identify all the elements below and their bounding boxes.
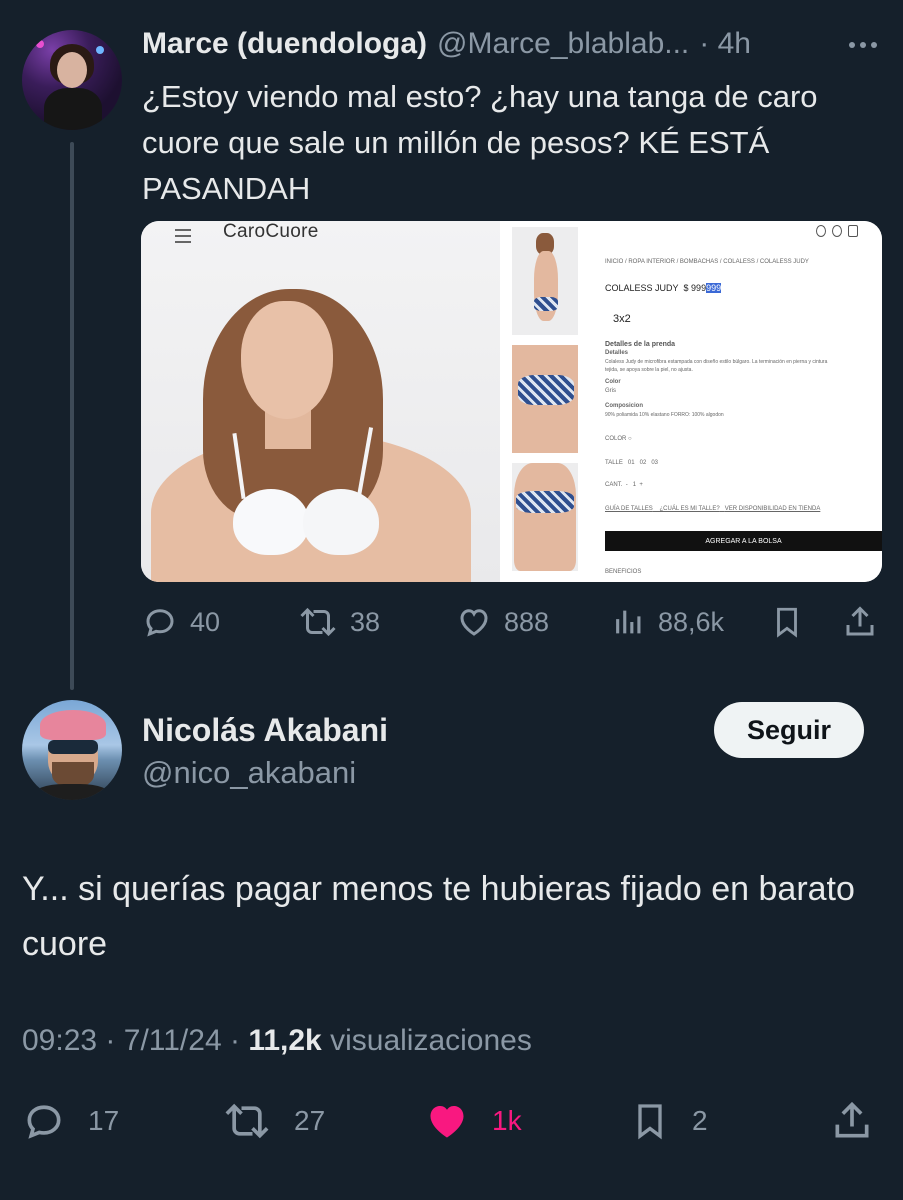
product-main-photo: CaroCuore — [141, 221, 500, 582]
bookmark-icon — [638, 1104, 662, 1140]
brand-logo: CaroCuore — [223, 221, 319, 242]
views-label: visualizaciones — [330, 1024, 532, 1057]
tweet-date[interactable]: 7/11/24 — [124, 1024, 222, 1058]
bookmark-icon — [777, 607, 797, 638]
like-count: 1k — [492, 1105, 522, 1136]
details-subtitle: Detalles — [605, 350, 629, 356]
add-to-bag-button: AGREGAR A LA BOLSA — [605, 531, 882, 551]
product-thumbnail — [512, 345, 578, 453]
tweet-text: ¿Estoy viendo mal esto? ¿hay una tanga d… — [142, 79, 818, 206]
views-count: 88,6k — [658, 606, 725, 637]
avatar-bg-light — [36, 40, 44, 48]
like-button[interactable]: 1k — [424, 1098, 522, 1144]
share-icon — [835, 1101, 869, 1138]
avatar[interactable] — [22, 700, 122, 800]
share-button[interactable] — [842, 600, 878, 644]
bookmark-button[interactable]: 2 — [630, 1098, 708, 1144]
tweet-time[interactable]: · 4h — [699, 27, 751, 61]
reply-icon — [146, 609, 174, 637]
author-name[interactable]: Marce (duendologa) — [142, 27, 427, 61]
avatar-bg-light — [96, 46, 104, 54]
quantity-stepper: CANT. - 1 + — [605, 482, 643, 488]
tweet-media-image[interactable]: CaroCuore INICIO / ROPA INTERIOR / BOMBA… — [141, 221, 882, 582]
reply-icon — [27, 1105, 61, 1139]
reply-button[interactable]: 40 — [142, 600, 220, 644]
tweet-meta: 09:23 · 7/11/24 · 11,2k visualizaciones — [22, 1024, 532, 1058]
composition-value: 90% poliamida 10% elastano FORRO: 100% a… — [605, 412, 724, 418]
product-details-panel: INICIO / ROPA INTERIOR / BOMBACHAS / COL… — [593, 221, 882, 582]
bookmark-button[interactable] — [770, 600, 804, 644]
author-handle[interactable]: @Marce_blablab... — [437, 27, 689, 61]
color-selector: COLOR ○ — [605, 436, 632, 442]
avatar-glasses — [48, 740, 98, 754]
product-thumbnails — [505, 221, 585, 582]
color-value: Gris — [605, 388, 616, 394]
details-title: Detalles de la prenda — [605, 341, 676, 348]
like-count: 888 — [504, 606, 550, 637]
author-handle[interactable]: @nico_akabani — [142, 755, 356, 791]
details-text: Colaless Judy de microfibra estampada co… — [605, 359, 828, 365]
thread-line — [70, 142, 74, 690]
benefits-label: BENEFICIOS — [605, 569, 642, 575]
views-count: 11,2k — [248, 1024, 322, 1057]
product-price: $ 999 — [683, 283, 707, 293]
views-chart-icon — [616, 610, 641, 634]
size-links: GUÍA DE TALLES ¿CUÁL ES MI TALLE? VER DI… — [605, 506, 821, 512]
breadcrumb: INICIO / ROPA INTERIOR / BOMBACHAS / COL… — [605, 259, 809, 265]
details-text: tejida, se apoya sobre la piel, no ajust… — [605, 367, 693, 373]
share-icon — [846, 606, 874, 636]
color-label: Color — [605, 379, 621, 385]
views-button[interactable]: 88,6k — [612, 600, 724, 644]
meta-separator: · — [229, 1024, 240, 1057]
heart-filled-icon — [430, 1105, 464, 1138]
author-name[interactable]: Nicolás Akabani — [142, 712, 388, 749]
tweet-text: Y... si querías pagar menos te hubieras … — [22, 870, 855, 963]
avatar-face — [57, 52, 87, 88]
heart-icon — [460, 609, 488, 636]
repost-count: 27 — [294, 1105, 326, 1136]
size-selector: TALLE 01 02 03 — [605, 460, 659, 466]
composition-label: Composicion — [605, 403, 644, 409]
avatar-body — [44, 88, 102, 130]
repost-button[interactable]: 27 — [222, 1098, 325, 1144]
product-thumbnail — [512, 463, 578, 571]
repost-icon — [225, 1103, 269, 1139]
reply-button[interactable]: 17 — [22, 1098, 119, 1144]
more-options-icon[interactable] — [842, 30, 884, 60]
follow-button[interactable]: Seguir — [714, 702, 864, 758]
product-thumbnail — [512, 227, 578, 335]
repost-icon — [300, 607, 336, 637]
meta-separator: · — [105, 1024, 116, 1057]
avatar[interactable] — [22, 30, 122, 130]
product-title: COLALESS JUDY $ 999999 — [605, 283, 722, 293]
tweet-header: Marce (duendologa) @Marce_blablab... · 4… — [142, 27, 842, 67]
menu-icon — [175, 229, 191, 247]
reply-count: 17 — [88, 1105, 120, 1136]
shop-header-icons — [816, 225, 858, 237]
bookmark-count: 2 — [692, 1105, 708, 1136]
avatar-cap — [40, 710, 106, 740]
like-button[interactable]: 888 — [456, 600, 549, 644]
promo-label: 3x2 — [613, 313, 631, 325]
share-button[interactable] — [830, 1098, 874, 1144]
product-name: COLALESS JUDY — [605, 283, 679, 293]
reply-count: 40 — [190, 606, 221, 637]
tweet-time[interactable]: 09:23 — [22, 1024, 97, 1058]
repost-button[interactable]: 38 — [298, 600, 380, 644]
product-price-highlight: 999 — [706, 283, 722, 293]
avatar-shirt — [32, 784, 112, 800]
repost-count: 38 — [350, 606, 381, 637]
